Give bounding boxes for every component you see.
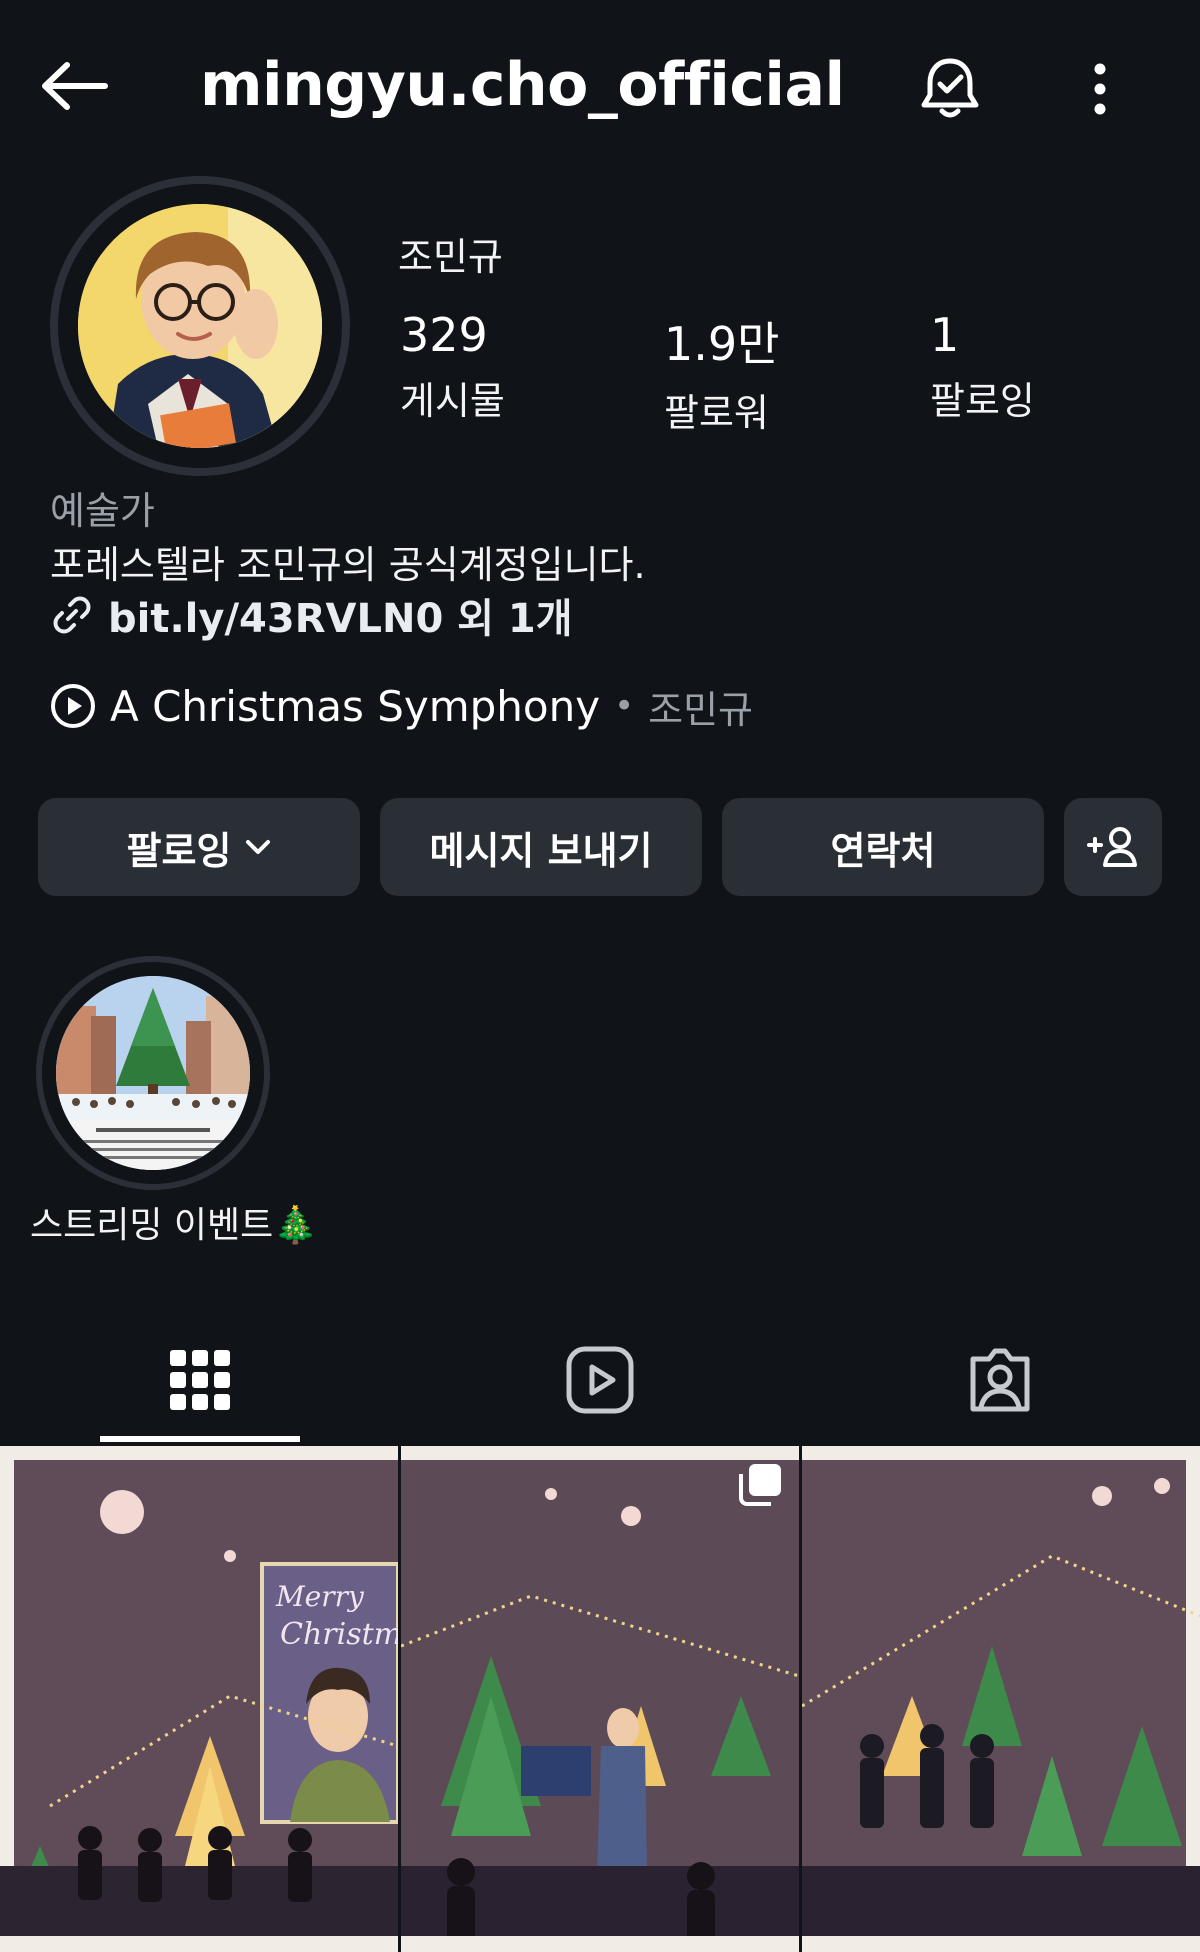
posts-stat[interactable]: 329 게시물 [400, 308, 505, 425]
message-button-label: 메시지 보내기 [429, 828, 653, 873]
more-vertical-icon [1094, 63, 1106, 115]
more-options-button[interactable] [1075, 52, 1125, 126]
profile-username: mingyu.cho_official [200, 50, 845, 120]
music-artist: 조민규 [648, 687, 754, 732]
chevron-down-icon [246, 840, 271, 854]
contact-button[interactable]: 연락처 [722, 798, 1044, 896]
post-thumbnail[interactable] [802, 1446, 1200, 1952]
following-button[interactable]: 팔로잉 [38, 798, 360, 896]
suggested-users-button[interactable] [1064, 798, 1162, 896]
profile-link[interactable]: bit.ly/43RVLN0 외 1개 [50, 590, 573, 642]
followers-label: 팔로워 [664, 391, 769, 435]
display-name: 조민규 [398, 235, 503, 279]
profile-tabs [0, 1300, 1200, 1446]
tab-reels[interactable] [550, 1330, 650, 1430]
tab-posts-grid[interactable] [150, 1330, 250, 1430]
link-icon [53, 596, 91, 634]
following-button-label: 팔로잉 [126, 828, 232, 873]
play-circle-icon [51, 684, 95, 728]
link-text: bit.ly/43RVLN0 외 1개 [108, 596, 573, 642]
posts-grid: Merry Christmas [0, 1446, 1200, 1952]
back-button[interactable] [36, 48, 112, 124]
svg-text:Christmas: Christmas [280, 1617, 398, 1652]
avatar [78, 204, 322, 448]
music-song-title: A Christmas Symphony [110, 681, 601, 731]
grid-icon [170, 1350, 230, 1410]
tagged-user-icon [970, 1348, 1030, 1412]
story-highlight[interactable] [36, 956, 270, 1190]
following-label: 팔로잉 [930, 379, 1035, 423]
profile-avatar-ring[interactable] [50, 176, 350, 476]
contact-button-label: 연락처 [830, 828, 936, 873]
following-count: 1 [930, 308, 960, 362]
profile-category: 예술가 [50, 489, 155, 533]
profile-bio: 포레스텔라 조민규의 공식계정입니다. [50, 543, 646, 587]
posts-label: 게시물 [400, 379, 505, 423]
music-separator: • [614, 686, 635, 726]
profile-music[interactable]: A Christmas Symphony • 조민규 [50, 678, 753, 734]
highlight-label: 스트리밍 이벤트🎄 [30, 1205, 319, 1246]
message-button[interactable]: 메시지 보내기 [380, 798, 702, 896]
reels-icon [566, 1346, 634, 1414]
add-user-icon [1087, 827, 1137, 867]
posts-count: 329 [400, 308, 488, 362]
notification-button[interactable] [910, 48, 990, 128]
following-stat[interactable]: 1 팔로잉 [930, 308, 1035, 425]
active-tab-indicator [100, 1436, 300, 1442]
svg-text:Merry: Merry [275, 1580, 365, 1613]
post-thumbnail[interactable] [401, 1446, 799, 1952]
post-thumbnail[interactable]: Merry Christmas [0, 1446, 398, 1952]
highlight-cover-image [56, 976, 250, 1170]
tab-tagged[interactable] [950, 1330, 1050, 1430]
followers-stat[interactable]: 1.9만 팔로워 [664, 308, 779, 437]
arrow-left-icon [42, 62, 108, 110]
bell-check-icon [921, 58, 979, 118]
multiple-photos-icon [739, 1464, 781, 1506]
top-bar: mingyu.cho_official [0, 0, 1200, 170]
followers-count: 1.9만 [664, 317, 780, 371]
